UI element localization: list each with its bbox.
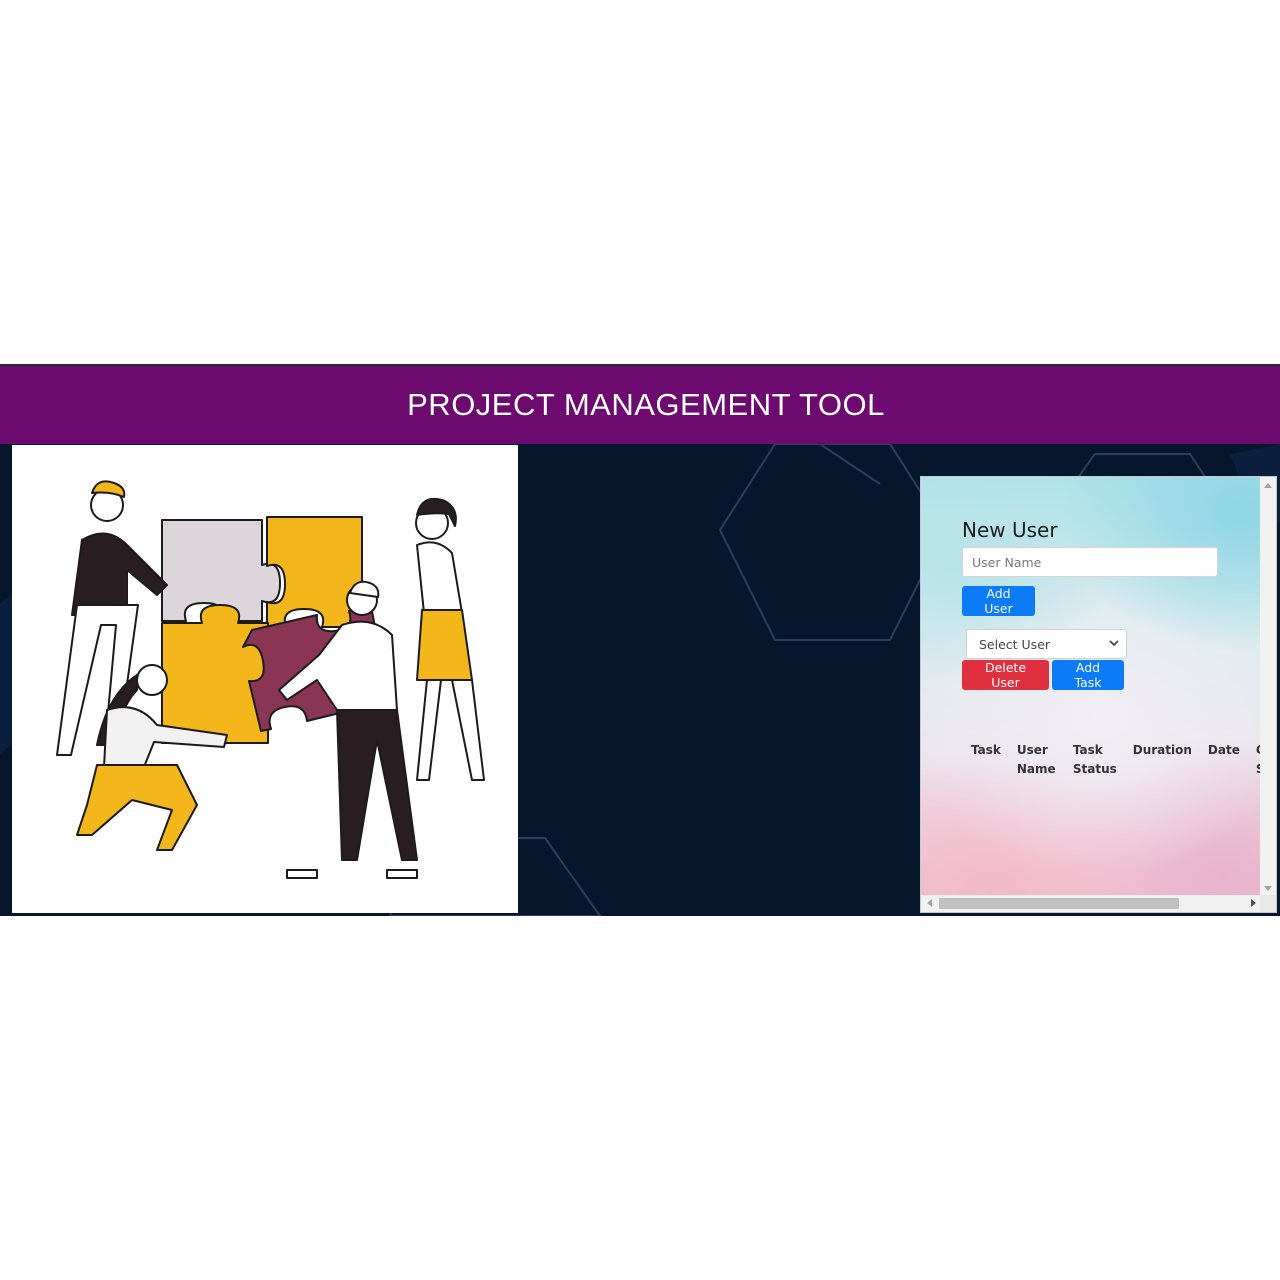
user-select-value: Select User [979,636,1051,652]
vertical-scrollbar[interactable] [1260,477,1276,897]
scroll-right-icon[interactable] [1251,899,1256,907]
scroll-down-icon[interactable] [1264,886,1272,891]
add-task-button[interactable]: Add Task [1052,660,1124,690]
add-user-button[interactable]: Add User [962,586,1035,616]
column-header-duration: Duration [1132,743,1192,757]
app-title: PROJECT MANAGEMENT TOOL [407,387,885,422]
horizontal-scroll-thumb[interactable] [939,898,1179,909]
column-header-date: Date [1207,743,1240,757]
app-root: PROJECT MANAGEMENT TOOL New User User Na… [0,0,1280,1280]
user-management-panel: New User Add User Select User Delete Use… [920,476,1277,913]
column-header-task-status: Task Status [1072,743,1117,776]
user-name-input[interactable] [962,547,1218,577]
column-header-user-name: User Name [1016,743,1056,776]
delete-user-button[interactable]: Delete User [962,660,1049,690]
chevron-down-icon [1109,640,1119,647]
team-puzzle-icon [56,480,485,879]
scrollbar-corner [1260,895,1276,912]
column-header-task: Task [971,743,1001,757]
app-header: PROJECT MANAGEMENT TOOL [0,364,1280,444]
new-user-heading: New User [962,518,1058,542]
scroll-left-icon[interactable] [927,899,932,907]
user-select[interactable]: Select User [966,629,1127,659]
task-table-header-row: Task User Name Task Status Duration Date… [963,741,1273,779]
horizontal-scrollbar[interactable] [921,895,1262,912]
task-table: Task User Name Task Status Duration Date… [963,741,1273,779]
team-puzzle-illustration [12,445,518,913]
scroll-up-icon[interactable] [1264,483,1272,488]
